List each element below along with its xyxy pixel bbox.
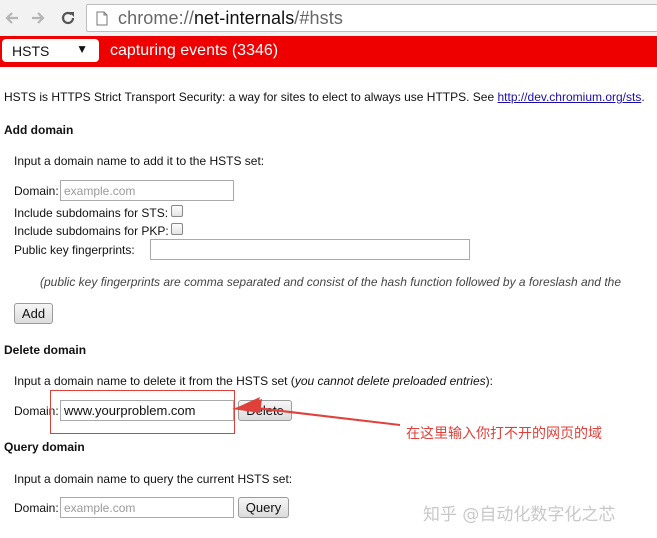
annotation-text: 在这里输入你打不开的网页的域 xyxy=(406,426,602,442)
annotation-arrow-icon xyxy=(232,397,400,426)
watermark: 知乎 @自动化数字化之芯 xyxy=(423,505,616,525)
